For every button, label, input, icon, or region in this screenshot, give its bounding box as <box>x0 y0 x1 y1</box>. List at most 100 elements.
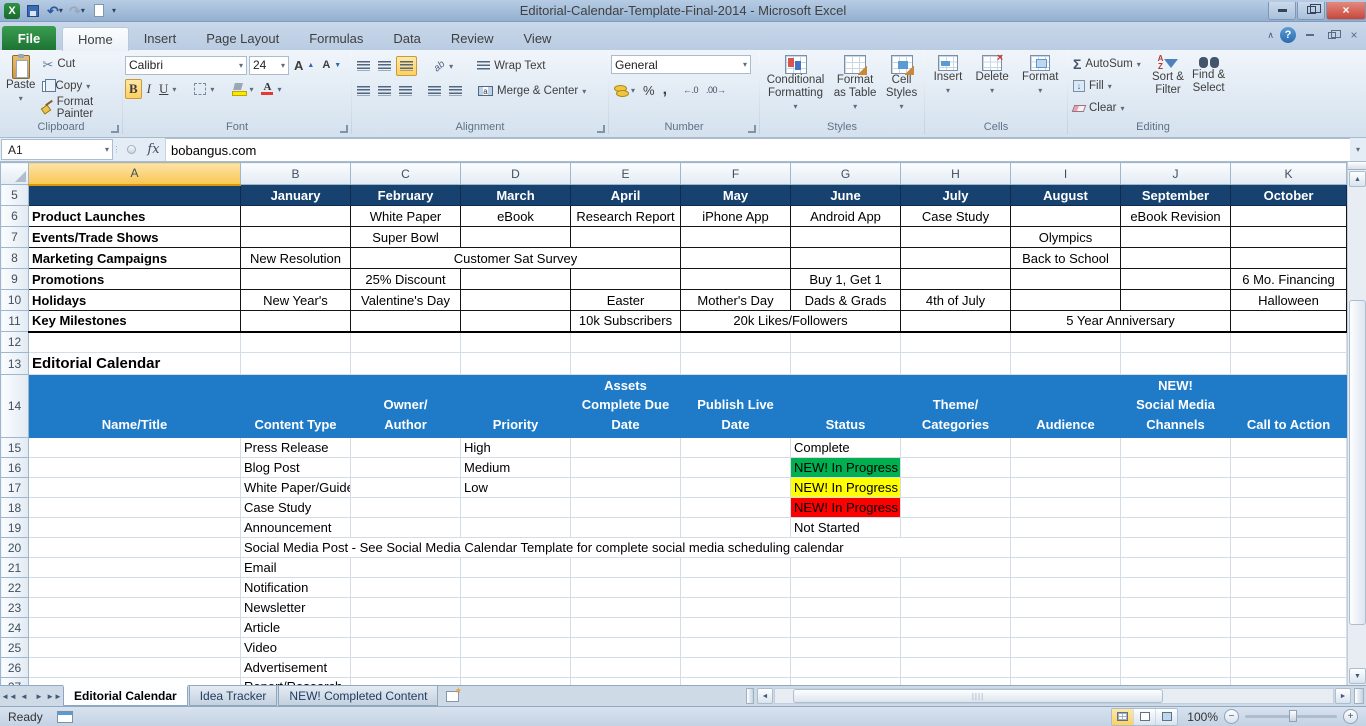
cell-B14[interactable]: Content Type <box>241 375 351 438</box>
row-header-20[interactable]: 20 <box>1 538 29 558</box>
cell-J7[interactable] <box>1121 227 1231 248</box>
cell-C23[interactable] <box>351 598 461 618</box>
cell-D5[interactable]: March <box>461 185 571 206</box>
row-header-22[interactable]: 22 <box>1 578 29 598</box>
cell-A12[interactable] <box>29 332 241 353</box>
cell-H26[interactable] <box>901 658 1011 678</box>
cell-A21[interactable] <box>29 558 241 578</box>
cell-I21[interactable] <box>1011 558 1121 578</box>
cell-H27[interactable] <box>901 678 1011 686</box>
cell-E22[interactable] <box>571 578 681 598</box>
cell-H24[interactable] <box>901 618 1011 638</box>
cell-B8[interactable]: New Resolution <box>241 248 351 269</box>
cell-B12[interactable] <box>241 332 351 353</box>
cell-B25[interactable]: Video <box>241 638 351 658</box>
name-box[interactable]: A1▾ <box>1 139 113 160</box>
cell-H7[interactable] <box>901 227 1011 248</box>
cell-A7[interactable]: Events/Trade Shows <box>29 227 241 248</box>
cell-H11[interactable] <box>901 311 1011 332</box>
row-header-13[interactable]: 13 <box>1 353 29 375</box>
scroll-up-button[interactable]: ▲ <box>1349 171 1366 187</box>
tab-insert[interactable]: Insert <box>129 26 192 50</box>
cell-G26[interactable] <box>791 658 901 678</box>
cell-E17[interactable] <box>571 478 681 498</box>
row-header-16[interactable]: 16 <box>1 458 29 478</box>
cell-I8[interactable]: Back to School <box>1011 248 1121 269</box>
save-button[interactable] <box>24 2 42 19</box>
cell-D24[interactable] <box>461 618 571 638</box>
horizontal-split-handle[interactable] <box>1354 688 1364 704</box>
sheet-tab-editorial-calendar[interactable]: Editorial Calendar <box>63 685 188 706</box>
cell-F23[interactable] <box>681 598 791 618</box>
row-header-10[interactable]: 10 <box>1 290 29 311</box>
zoom-slider-thumb[interactable] <box>1289 710 1297 722</box>
cell-C18[interactable] <box>351 498 461 518</box>
row-header-7[interactable]: 7 <box>1 227 29 248</box>
cell-K15[interactable] <box>1231 438 1347 458</box>
cell-I16[interactable] <box>1011 458 1121 478</box>
cell-I13[interactable] <box>1011 353 1121 375</box>
cell-G16[interactable]: NEW! In Progress <box>791 458 901 478</box>
sort-filter-button[interactable]: AZ Sort & Filter <box>1148 52 1188 120</box>
middle-align-button[interactable] <box>375 56 394 76</box>
cell-E15[interactable] <box>571 438 681 458</box>
close-button[interactable]: × <box>1326 2 1366 20</box>
cell-I7[interactable]: Olympics <box>1011 227 1121 248</box>
cell-A11[interactable]: Key Milestones <box>29 311 241 332</box>
comma-style-button[interactable]: , <box>660 80 670 100</box>
paste-dropdown-arrow[interactable]: ▾ <box>19 92 23 105</box>
cell-K24[interactable] <box>1231 618 1347 638</box>
cell-H8[interactable] <box>901 248 1011 269</box>
new-document-button[interactable] <box>90 2 108 19</box>
cell-F9[interactable] <box>681 269 791 290</box>
cell-C27[interactable] <box>351 678 461 686</box>
align-left-button[interactable] <box>354 81 373 101</box>
cell-K20[interactable] <box>1231 538 1347 558</box>
number-dialog-launcher[interactable] <box>748 125 756 133</box>
cell-G24[interactable] <box>791 618 901 638</box>
cell-J14[interactable]: NEW! Social Media Channels <box>1121 375 1231 438</box>
cell-K12[interactable] <box>1231 332 1347 353</box>
cell-B5[interactable]: January <box>241 185 351 206</box>
cell-C9[interactable]: 25% Discount <box>351 269 461 290</box>
cell-A5[interactable] <box>29 185 241 206</box>
cell-I24[interactable] <box>1011 618 1121 638</box>
cell-G14[interactable]: Status <box>791 375 901 438</box>
cell-B27[interactable]: Report/Research <box>241 678 351 686</box>
cell-D15[interactable]: High <box>461 438 571 458</box>
cell-F12[interactable] <box>681 332 791 353</box>
fill-color-button[interactable]: ▾ <box>229 79 256 99</box>
shrink-font-button[interactable]: A▼ <box>319 55 344 75</box>
cell-G5[interactable]: June <box>791 185 901 206</box>
underline-button[interactable]: U▾ <box>156 79 179 99</box>
cell-F16[interactable] <box>681 458 791 478</box>
cell-B16[interactable]: Blog Post <box>241 458 351 478</box>
tab-file[interactable]: File <box>2 26 56 50</box>
cell-D16[interactable]: Medium <box>461 458 571 478</box>
workbook-minimize-button[interactable] <box>1302 28 1318 42</box>
cell-D11[interactable] <box>461 311 571 332</box>
scroll-down-button[interactable]: ▼ <box>1349 668 1366 684</box>
cell-E21[interactable] <box>571 558 681 578</box>
normal-view-button[interactable] <box>1112 709 1133 725</box>
col-header-J[interactable]: J <box>1121 163 1231 185</box>
cell-A25[interactable] <box>29 638 241 658</box>
cell-B9[interactable] <box>241 269 351 290</box>
row-header-17[interactable]: 17 <box>1 478 29 498</box>
cell-I9[interactable] <box>1011 269 1121 290</box>
find-select-button[interactable]: Find & Select <box>1188 52 1229 120</box>
cell-I19[interactable] <box>1011 518 1121 538</box>
format-as-table-button[interactable]: Format as Table▾ <box>830 52 881 120</box>
cell-G13[interactable] <box>791 353 901 375</box>
cell-I12[interactable] <box>1011 332 1121 353</box>
tab-split-handle[interactable] <box>746 688 754 704</box>
cell-F27[interactable] <box>681 678 791 686</box>
macro-record-icon[interactable] <box>57 711 73 723</box>
cell-H12[interactable] <box>901 332 1011 353</box>
cell-K25[interactable] <box>1231 638 1347 658</box>
orientation-button[interactable]: ab▾ <box>431 56 456 76</box>
expand-formula-bar-button[interactable]: ▾ <box>1350 138 1366 161</box>
cell-B11[interactable] <box>241 311 351 332</box>
cell-D10[interactable] <box>461 290 571 311</box>
previous-sheet-button[interactable]: ◄ <box>17 689 31 704</box>
